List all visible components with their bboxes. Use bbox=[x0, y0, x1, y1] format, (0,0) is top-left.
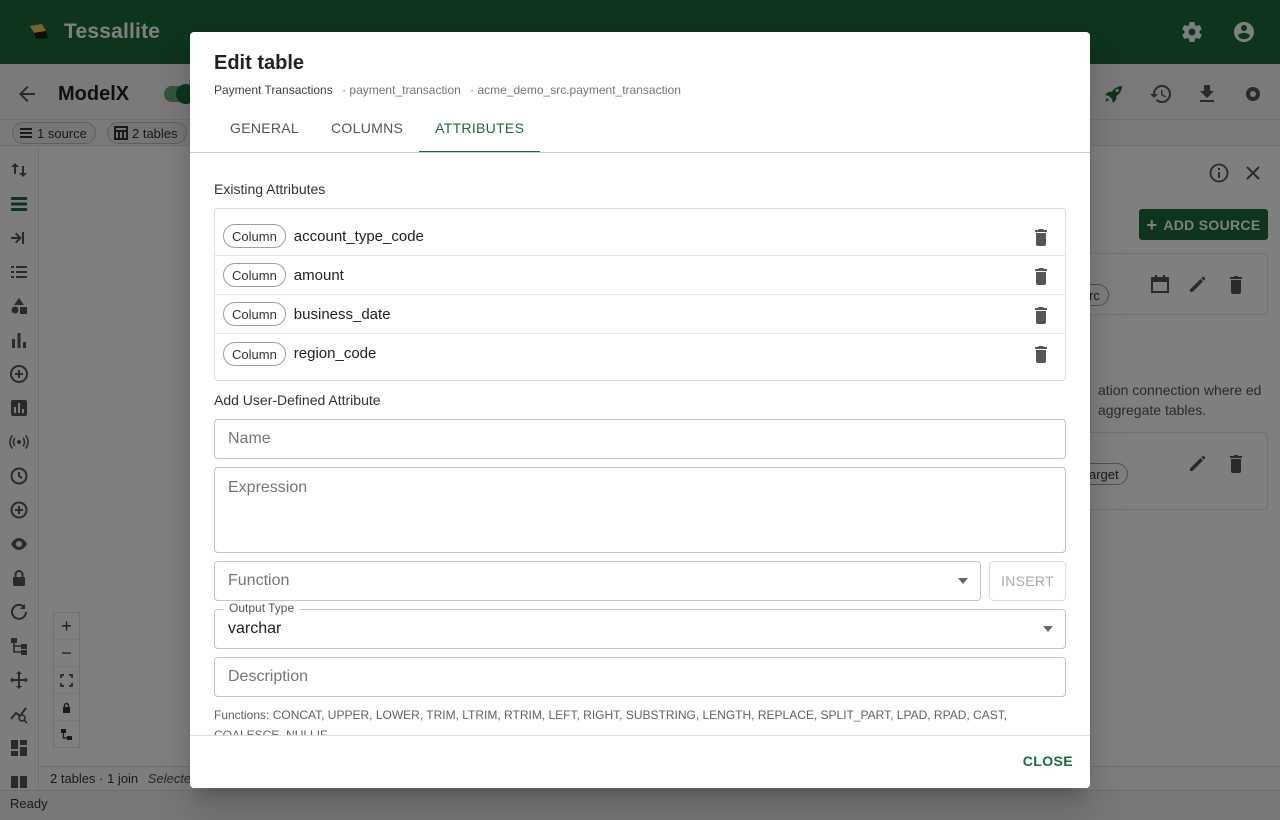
tab-columns[interactable]: COLUMNS bbox=[315, 108, 419, 153]
function-placeholder: Function bbox=[228, 572, 290, 589]
attribute-kind-chip: Column bbox=[223, 302, 286, 326]
attribute-name: business_date bbox=[293, 305, 391, 323]
table-physical-name: · payment_transaction bbox=[342, 83, 461, 97]
output-type-value: varchar bbox=[228, 620, 282, 637]
attribute-kind-chip: Column bbox=[223, 341, 286, 366]
dialog-tabs: GENERAL COLUMNS ATTRIBUTES bbox=[214, 108, 541, 153]
chevron-down-icon bbox=[958, 578, 968, 584]
dialog-subtitle: Payment Transactions · payment_transacti… bbox=[214, 83, 681, 97]
edit-table-dialog: Edit table Payment Transactions · paymen… bbox=[190, 32, 1090, 788]
delete-attribute-icon[interactable] bbox=[1031, 227, 1051, 247]
expression-placeholder: Expression bbox=[228, 479, 308, 496]
table-qualified-name: · acme_demo_src.payment_transaction bbox=[470, 83, 681, 97]
attribute-name: region_code bbox=[293, 345, 377, 362]
close-button[interactable]: CLOSE bbox=[1023, 753, 1073, 769]
function-select[interactable]: Function bbox=[214, 561, 981, 601]
existing-attributes-list: Column account_type_code Column amount C… bbox=[214, 208, 1066, 381]
attribute-kind-chip: Column bbox=[223, 263, 286, 287]
existing-attributes-heading: Existing Attributes bbox=[214, 181, 326, 197]
tab-general[interactable]: GENERAL bbox=[214, 108, 315, 153]
add-attribute-heading: Add User-Defined Attribute bbox=[214, 392, 381, 408]
delete-attribute-icon[interactable] bbox=[1031, 305, 1051, 325]
attribute-row: Column business_date bbox=[215, 295, 1065, 334]
expression-textarea[interactable]: Expression bbox=[214, 467, 1066, 553]
insert-function-button[interactable]: INSERT bbox=[989, 561, 1066, 601]
output-type-label: Output Type bbox=[224, 601, 300, 615]
delete-attribute-icon[interactable] bbox=[1031, 344, 1051, 364]
name-placeholder: Name bbox=[228, 430, 271, 447]
attribute-name-input[interactable]: Name bbox=[214, 419, 1066, 459]
attribute-name: amount bbox=[293, 266, 344, 284]
description-placeholder: Description bbox=[228, 668, 309, 685]
attribute-row: Column region_code bbox=[215, 334, 1065, 373]
table-display-name: Payment Transactions bbox=[214, 83, 333, 97]
delete-attribute-icon[interactable] bbox=[1031, 266, 1051, 286]
dialog-body: Existing Attributes Column account_type_… bbox=[190, 153, 1090, 735]
output-type-select[interactable]: Output Type varchar bbox=[214, 601, 1066, 649]
description-input[interactable]: Description bbox=[214, 657, 1066, 697]
dialog-title: Edit table bbox=[214, 52, 305, 74]
dialog-footer: CLOSE bbox=[190, 735, 1090, 788]
attribute-row: Column account_type_code bbox=[215, 217, 1065, 256]
attribute-kind-chip: Column bbox=[223, 224, 286, 248]
attribute-row: Column amount bbox=[215, 256, 1065, 295]
functions-help-text: Functions: CONCAT, UPPER, LOWER, TRIM, L… bbox=[214, 708, 1008, 735]
attribute-name: account_type_code bbox=[293, 227, 424, 245]
chevron-down-icon bbox=[1043, 626, 1053, 632]
tab-attributes[interactable]: ATTRIBUTES bbox=[419, 108, 541, 153]
